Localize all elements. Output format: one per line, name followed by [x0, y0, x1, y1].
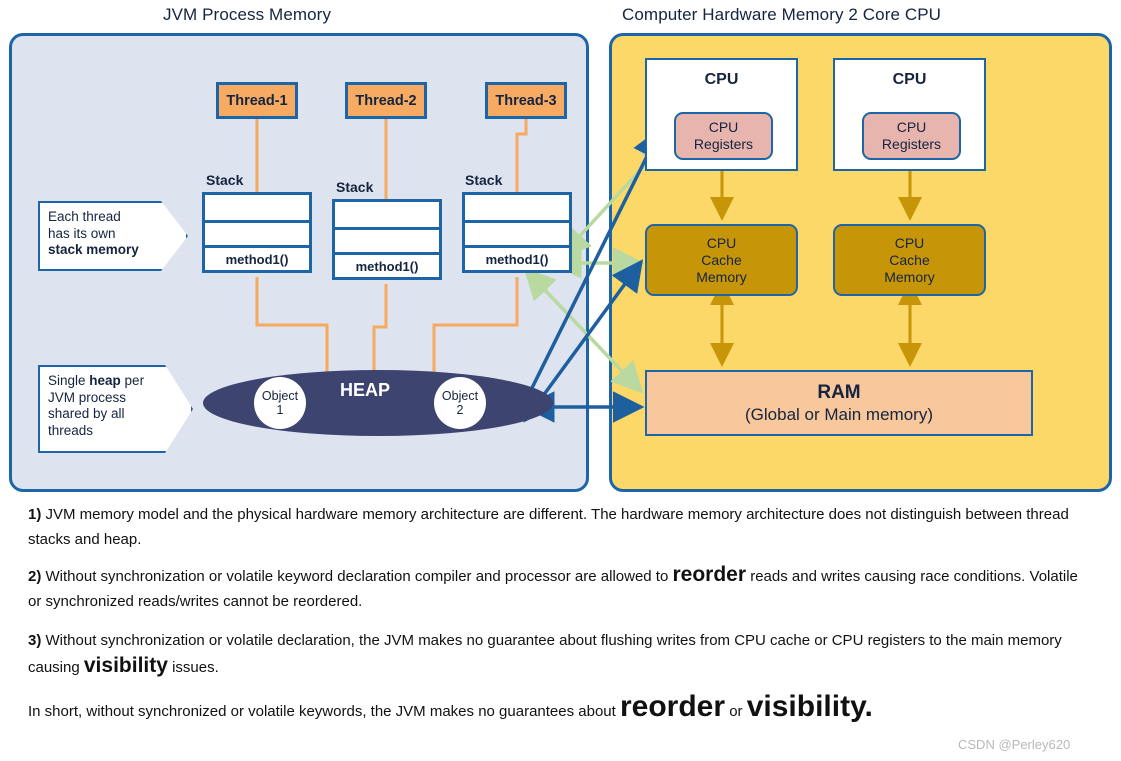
stack-frame-empty: [335, 202, 439, 227]
note-text: JVM memory model and the physical hardwa…: [28, 506, 1069, 548]
note-text: Without synchronization or volatile keyw…: [41, 568, 673, 585]
note-number: 1): [28, 506, 42, 523]
watermark: CSDN @Perley620: [958, 737, 1071, 752]
stack-frame-empty: [335, 227, 439, 252]
stack-frame-empty: [465, 195, 569, 220]
cpu-cache-memory-2: CPU Cache Memory: [833, 224, 986, 296]
heap-object-index: 1: [276, 403, 284, 417]
stack-label-1: Stack: [206, 172, 244, 188]
stack-box-1: method1(): [202, 192, 312, 273]
cpu-title: CPU: [704, 71, 739, 88]
callout-line: per: [120, 373, 145, 388]
cache-line1: CPU: [706, 234, 737, 251]
note-keyword-visibility: visibility: [83, 654, 168, 677]
heap-label: HEAP: [340, 380, 391, 400]
callout-line-bold: stack memory: [48, 242, 139, 257]
note-number: 2): [28, 568, 42, 585]
cache-line2: Cache: [889, 251, 930, 268]
summary-keyword-visibility: visibility.: [746, 690, 873, 723]
cache-line2: Cache: [701, 251, 742, 268]
cache-line3: Memory: [696, 268, 747, 285]
note-1: 1) JVM memory model and the physical har…: [28, 502, 1090, 552]
stack-frame-method: method1(): [335, 252, 439, 277]
stack-frame-method: method1(): [465, 245, 569, 270]
heap-object-index: 2: [456, 403, 464, 417]
callout-stack-memory: Each thread has its own stack memory: [38, 201, 188, 271]
note-text: or: [725, 703, 747, 720]
stack-frame-method: method1(): [205, 245, 309, 270]
stack-frame-empty: [465, 220, 569, 245]
hardware-panel-title: Computer Hardware Memory 2 Core CPU: [622, 5, 942, 24]
jvm-panel-title: JVM Process Memory: [163, 5, 332, 24]
cpu-registers-2: CPU Registers: [862, 112, 961, 160]
stack-box-3: method1(): [462, 192, 572, 273]
cpu-registers-line2: Registers: [693, 136, 754, 152]
note-summary: In short, without synchronized or volati…: [28, 692, 1090, 724]
callout-line: shared by all: [48, 406, 125, 421]
stack-label-2: Stack: [336, 179, 374, 195]
stack-box-2: method1(): [332, 199, 442, 280]
callout-line: Single: [48, 373, 90, 388]
cpu-box-2: CPU CPU Registers: [833, 58, 986, 171]
callout-line: JVM process: [48, 389, 127, 405]
cache-line3: Memory: [884, 268, 935, 285]
ram-subtitle: (Global or Main memory): [745, 404, 933, 424]
note-text: In short, without synchronized or volati…: [28, 703, 620, 720]
callout-line: Each thread: [48, 209, 121, 224]
cpu-box-1: CPU CPU Registers: [645, 58, 798, 171]
callout-line: has its own: [48, 225, 116, 241]
cpu-registers-1: CPU Registers: [674, 112, 773, 160]
stack-frame-empty: [205, 195, 309, 220]
ram-title: RAM: [817, 381, 861, 403]
callout-single-heap: Single heap per JVM process shared by al…: [38, 365, 193, 453]
callout-line-bold: heap: [89, 373, 121, 388]
note-number: 3): [28, 632, 42, 649]
note-text: issues.: [167, 659, 219, 676]
callout-line: threads: [48, 422, 94, 438]
stack-label-3: Stack: [465, 172, 503, 188]
cpu-cache-memory-1: CPU Cache Memory: [645, 224, 798, 296]
heap-object-2[interactable]: Object 2: [434, 377, 486, 429]
note-3: 3) Without synchronization or volatile d…: [28, 628, 1090, 680]
thread-box-1[interactable]: Thread-1: [216, 82, 298, 119]
heap-object-1[interactable]: Object 1: [254, 377, 306, 429]
thread-box-2[interactable]: Thread-2: [345, 82, 427, 119]
cpu-registers-line2: Registers: [881, 136, 942, 152]
summary-keyword-reorder: reorder: [619, 690, 726, 723]
note-keyword-reorder: reorder: [672, 563, 747, 586]
cpu-registers-line1: CPU: [896, 119, 927, 135]
heap-object-name: Object: [441, 389, 479, 403]
thread-box-3[interactable]: Thread-3: [485, 82, 567, 119]
stack-frame-empty: [205, 220, 309, 245]
cache-line1: CPU: [894, 234, 925, 251]
heap-object-name: Object: [261, 389, 299, 403]
cpu-title: CPU: [892, 71, 927, 88]
note-2: 2) Without synchronization or volatile k…: [28, 562, 1090, 614]
cpu-registers-line1: CPU: [708, 119, 739, 135]
ram-box: RAM (Global or Main memory): [645, 370, 1033, 436]
